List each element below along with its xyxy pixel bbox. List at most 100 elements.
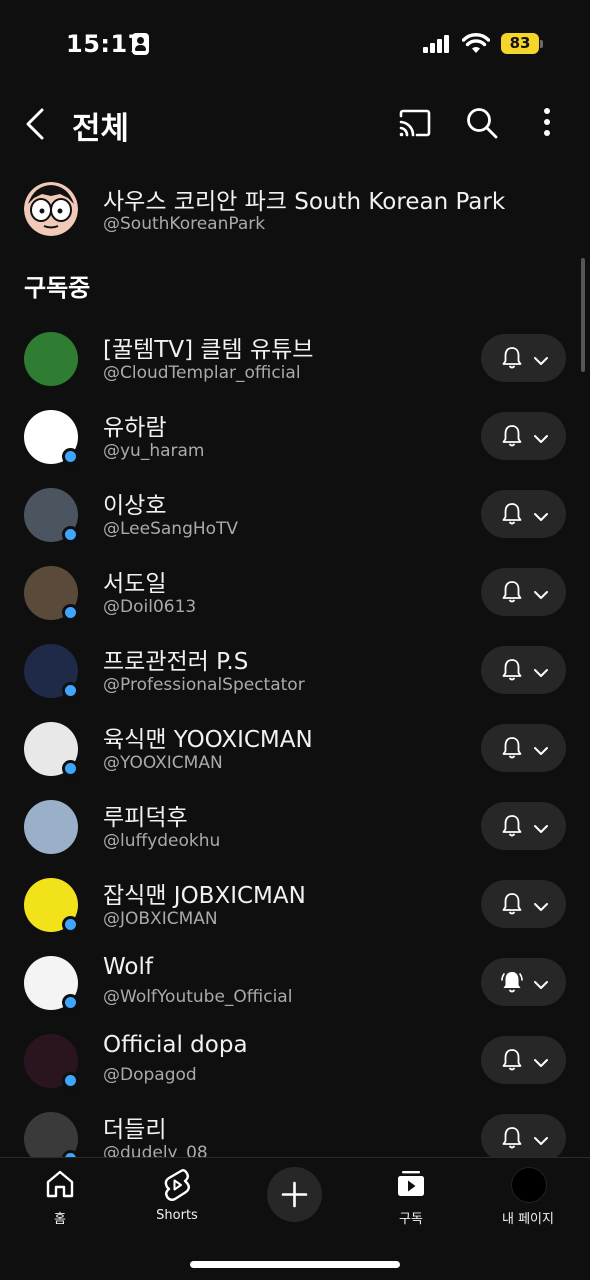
subscription-row[interactable]: 프로관전러 P.S @ProfessionalSpectator bbox=[0, 632, 590, 710]
notification-settings-button[interactable] bbox=[481, 568, 566, 616]
section-title: 구독중 bbox=[24, 274, 91, 302]
channel-handle: @yu_haram bbox=[103, 441, 205, 461]
status-bar: 15:17 83 bbox=[0, 0, 590, 88]
chevron-down-icon bbox=[533, 586, 549, 605]
chevron-down-icon bbox=[533, 820, 549, 839]
channel-name: 육식맨 YOOXICMAN bbox=[103, 727, 313, 753]
notification-settings-button[interactable] bbox=[481, 490, 566, 538]
bell-icon bbox=[501, 346, 523, 374]
battery-level: 83 bbox=[501, 33, 539, 54]
channel-handle: @LeeSangHoTV bbox=[103, 519, 239, 539]
chevron-down-icon bbox=[533, 976, 549, 995]
subscription-row[interactable]: 더들리 @dudely_08 bbox=[0, 1100, 590, 1158]
more-vertical-icon[interactable] bbox=[535, 106, 559, 140]
nav-home-label: 홈 bbox=[54, 1212, 66, 1227]
channel-name: 더들리 bbox=[103, 1117, 167, 1143]
notification-settings-button[interactable] bbox=[481, 1114, 566, 1158]
channel-avatar bbox=[24, 182, 78, 236]
channel-avatar bbox=[24, 722, 79, 777]
chevron-down-icon bbox=[533, 430, 549, 449]
bell-icon bbox=[501, 814, 523, 842]
subscription-row[interactable]: Official dopa @Dopagod bbox=[0, 1022, 590, 1100]
chevron-down-icon bbox=[533, 508, 549, 527]
channel-name: Wolf bbox=[103, 954, 153, 980]
chevron-down-icon bbox=[533, 352, 549, 371]
new-content-dot bbox=[62, 760, 79, 777]
subscription-row[interactable]: 이상호 @LeeSangHoTV bbox=[0, 476, 590, 554]
channel-name: Official dopa bbox=[103, 1032, 248, 1058]
bell-icon bbox=[501, 502, 523, 530]
cast-icon[interactable] bbox=[398, 108, 432, 138]
channel-handle: @JOBXICMAN bbox=[103, 909, 218, 929]
avatar-image bbox=[24, 332, 78, 386]
subscription-row[interactable]: 육식맨 YOOXICMAN @YOOXICMAN bbox=[0, 710, 590, 788]
nav-me[interactable]: 내 페이지 bbox=[478, 1167, 578, 1228]
channel-name: 루피덕후 bbox=[103, 805, 188, 831]
channel-handle: @Dopagod bbox=[103, 1065, 197, 1085]
new-content-dot bbox=[62, 994, 79, 1011]
bell-icon bbox=[501, 1126, 523, 1154]
top-channel-row[interactable]: 사우스 코리안 파크 South Korean Park @SouthKorea… bbox=[0, 176, 590, 246]
channel-handle: @CloudTemplar_official bbox=[103, 363, 301, 383]
channel-handle: @Doil0613 bbox=[103, 597, 197, 617]
notification-settings-button[interactable] bbox=[481, 724, 566, 772]
home-indicator bbox=[190, 1261, 400, 1268]
new-content-dot bbox=[62, 916, 79, 933]
bell-icon bbox=[501, 1048, 523, 1076]
channel-avatar bbox=[24, 332, 78, 386]
home-icon bbox=[46, 1170, 74, 1198]
nav-shorts-label: Shorts bbox=[156, 1208, 198, 1223]
subscription-row[interactable]: [꿀템TV] 클템 유튜브 @CloudTemplar_official bbox=[0, 320, 590, 398]
plus-icon bbox=[281, 1181, 308, 1208]
notification-settings-button[interactable] bbox=[481, 880, 566, 928]
channel-avatar bbox=[24, 800, 78, 854]
profile-avatar bbox=[511, 1167, 547, 1203]
notification-settings-button[interactable] bbox=[481, 412, 566, 460]
channel-name: 유하람 bbox=[103, 415, 167, 441]
channel-avatar bbox=[24, 956, 79, 1011]
new-content-dot bbox=[62, 1072, 79, 1089]
notification-settings-button[interactable] bbox=[481, 958, 566, 1006]
channel-avatar bbox=[24, 1034, 79, 1089]
create-button[interactable] bbox=[267, 1167, 322, 1222]
cellular-signal-icon bbox=[423, 35, 451, 53]
notification-settings-button[interactable] bbox=[481, 802, 566, 850]
subscription-row[interactable]: 루피덕후 @luffydeokhu bbox=[0, 788, 590, 866]
back-arrow-icon[interactable] bbox=[22, 106, 52, 142]
notification-settings-button[interactable] bbox=[481, 1036, 566, 1084]
channel-handle: @WolfYoutube_Official bbox=[103, 987, 293, 1007]
channel-avatar bbox=[24, 644, 79, 699]
subscription-row[interactable]: 잡식맨 JOBXICMAN @JOBXICMAN bbox=[0, 866, 590, 944]
bell-icon bbox=[501, 892, 523, 920]
channel-avatar bbox=[24, 566, 79, 621]
channel-name: 이상호 bbox=[103, 493, 167, 519]
nav-shorts[interactable]: Shorts bbox=[127, 1168, 227, 1228]
notification-settings-button[interactable] bbox=[481, 646, 566, 694]
avatar-image bbox=[24, 800, 78, 854]
focus-person-icon bbox=[132, 33, 149, 55]
subscription-row[interactable]: Wolf @WolfYoutube_Official bbox=[0, 944, 590, 1022]
channel-avatar bbox=[24, 488, 79, 543]
subscription-row[interactable]: 유하람 @yu_haram bbox=[0, 398, 590, 476]
nav-subscriptions[interactable]: 구독 bbox=[361, 1168, 461, 1228]
channel-handle: @YOOXICMAN bbox=[103, 753, 223, 773]
bell-icon bbox=[501, 424, 523, 452]
channel-avatar bbox=[24, 878, 79, 933]
subscription-list: [꿀템TV] 클템 유튜브 @CloudTemplar_official 유하람… bbox=[0, 320, 590, 1158]
nav-home[interactable]: 홈 bbox=[10, 1168, 110, 1228]
new-content-dot bbox=[62, 526, 79, 543]
chevron-down-icon bbox=[533, 1054, 549, 1073]
chevron-down-icon bbox=[533, 664, 549, 683]
notification-settings-button[interactable] bbox=[481, 334, 566, 382]
bell-icon bbox=[501, 580, 523, 608]
top-bar: 전체 bbox=[0, 96, 590, 152]
top-channel-name: 사우스 코리안 파크 South Korean Park bbox=[103, 189, 506, 215]
bell-icon bbox=[501, 736, 523, 764]
search-icon[interactable] bbox=[465, 106, 499, 140]
subscription-row[interactable]: 서도일 @Doil0613 bbox=[0, 554, 590, 632]
shorts-icon bbox=[164, 1169, 190, 1201]
channel-avatar bbox=[24, 1112, 79, 1158]
new-content-dot bbox=[62, 682, 79, 699]
chevron-down-icon bbox=[533, 1132, 549, 1151]
channel-handle: @ProfessionalSpectator bbox=[103, 675, 305, 695]
